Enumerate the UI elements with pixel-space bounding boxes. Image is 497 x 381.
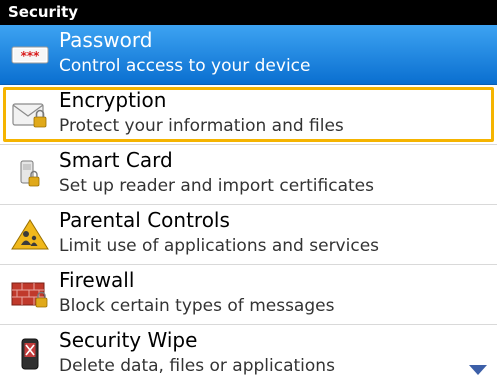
- chevron-down-icon[interactable]: [469, 365, 487, 375]
- envelope-lock-icon: [10, 97, 50, 133]
- list-item-encryption[interactable]: Encryption Protect your information and …: [0, 85, 497, 145]
- screen-title: Security: [0, 0, 497, 25]
- item-title: Encryption: [59, 88, 167, 112]
- parental-controls-icon: [10, 217, 50, 253]
- item-subtitle: Set up reader and import certificates: [59, 176, 374, 196]
- item-subtitle: Block certain types of messages: [59, 296, 335, 316]
- security-screen: Security *** Password Control access to …: [0, 0, 497, 381]
- smart-card-reader-icon: [10, 157, 50, 193]
- list-item-parental-controls[interactable]: Parental Controls Limit use of applicati…: [0, 205, 497, 265]
- item-subtitle: Delete data, files or applications: [59, 356, 335, 376]
- list-item-password[interactable]: *** Password Control access to your devi…: [0, 25, 497, 85]
- item-title: Password: [59, 28, 153, 52]
- security-wipe-icon: [10, 337, 50, 373]
- item-subtitle: Protect your information and files: [59, 116, 344, 136]
- firewall-icon: [10, 277, 50, 313]
- list-item-security-wipe[interactable]: Security Wipe Delete data, files or appl…: [0, 325, 497, 381]
- item-title: Parental Controls: [59, 208, 230, 232]
- item-subtitle: Control access to your device: [59, 56, 311, 76]
- list-item-firewall[interactable]: Firewall Block certain types of messages: [0, 265, 497, 325]
- item-subtitle: Limit use of applications and services: [59, 236, 380, 256]
- item-title: Firewall: [59, 268, 135, 292]
- list-item-smart-card[interactable]: Smart Card Set up reader and import cert…: [0, 145, 497, 205]
- security-options-list: *** Password Control access to your devi…: [0, 25, 497, 381]
- password-icon: ***: [10, 37, 50, 73]
- item-title: Smart Card: [59, 148, 173, 172]
- item-title: Security Wipe: [59, 328, 198, 352]
- svg-text:***: ***: [21, 49, 41, 63]
